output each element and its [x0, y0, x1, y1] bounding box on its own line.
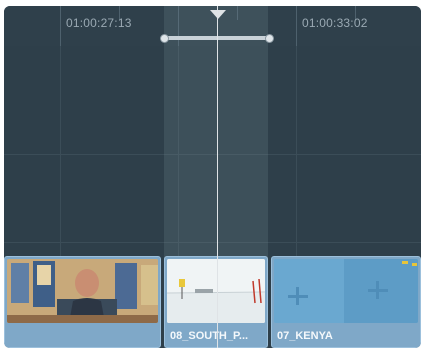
ruler-tick [296, 6, 297, 46]
kenya-thumbnail-image [274, 259, 418, 323]
clip-label: 08_SOUTH_P... [170, 330, 249, 342]
clip-label: 07_KENYA [277, 330, 333, 342]
playhead-line[interactable] [217, 6, 218, 348]
interview-thumbnail-image [7, 259, 158, 323]
timeline-clip[interactable]: 07_KENYA [271, 256, 421, 348]
range-end-handle[interactable] [265, 34, 274, 43]
timeline-panel[interactable]: 01:00:27:13 01:00:33:02 08_SOUTH_P... 07… [4, 6, 421, 348]
grid-line [296, 46, 297, 258]
playhead-marker-icon[interactable] [210, 10, 226, 19]
range-start-handle[interactable] [160, 34, 169, 43]
snow-thumbnail-image [167, 259, 265, 323]
ruler-tick [60, 6, 61, 46]
timecode-label: 01:00:27:13 [66, 16, 132, 30]
grid-line [60, 46, 61, 258]
clip-thumbnail [274, 259, 418, 323]
clip-thumbnail [7, 259, 158, 323]
timeline-clip[interactable] [4, 256, 161, 348]
clip-thumbnail [167, 259, 265, 323]
timecode-label: 01:00:33:02 [302, 16, 368, 30]
timeline-clip[interactable]: 08_SOUTH_P... [164, 256, 268, 348]
